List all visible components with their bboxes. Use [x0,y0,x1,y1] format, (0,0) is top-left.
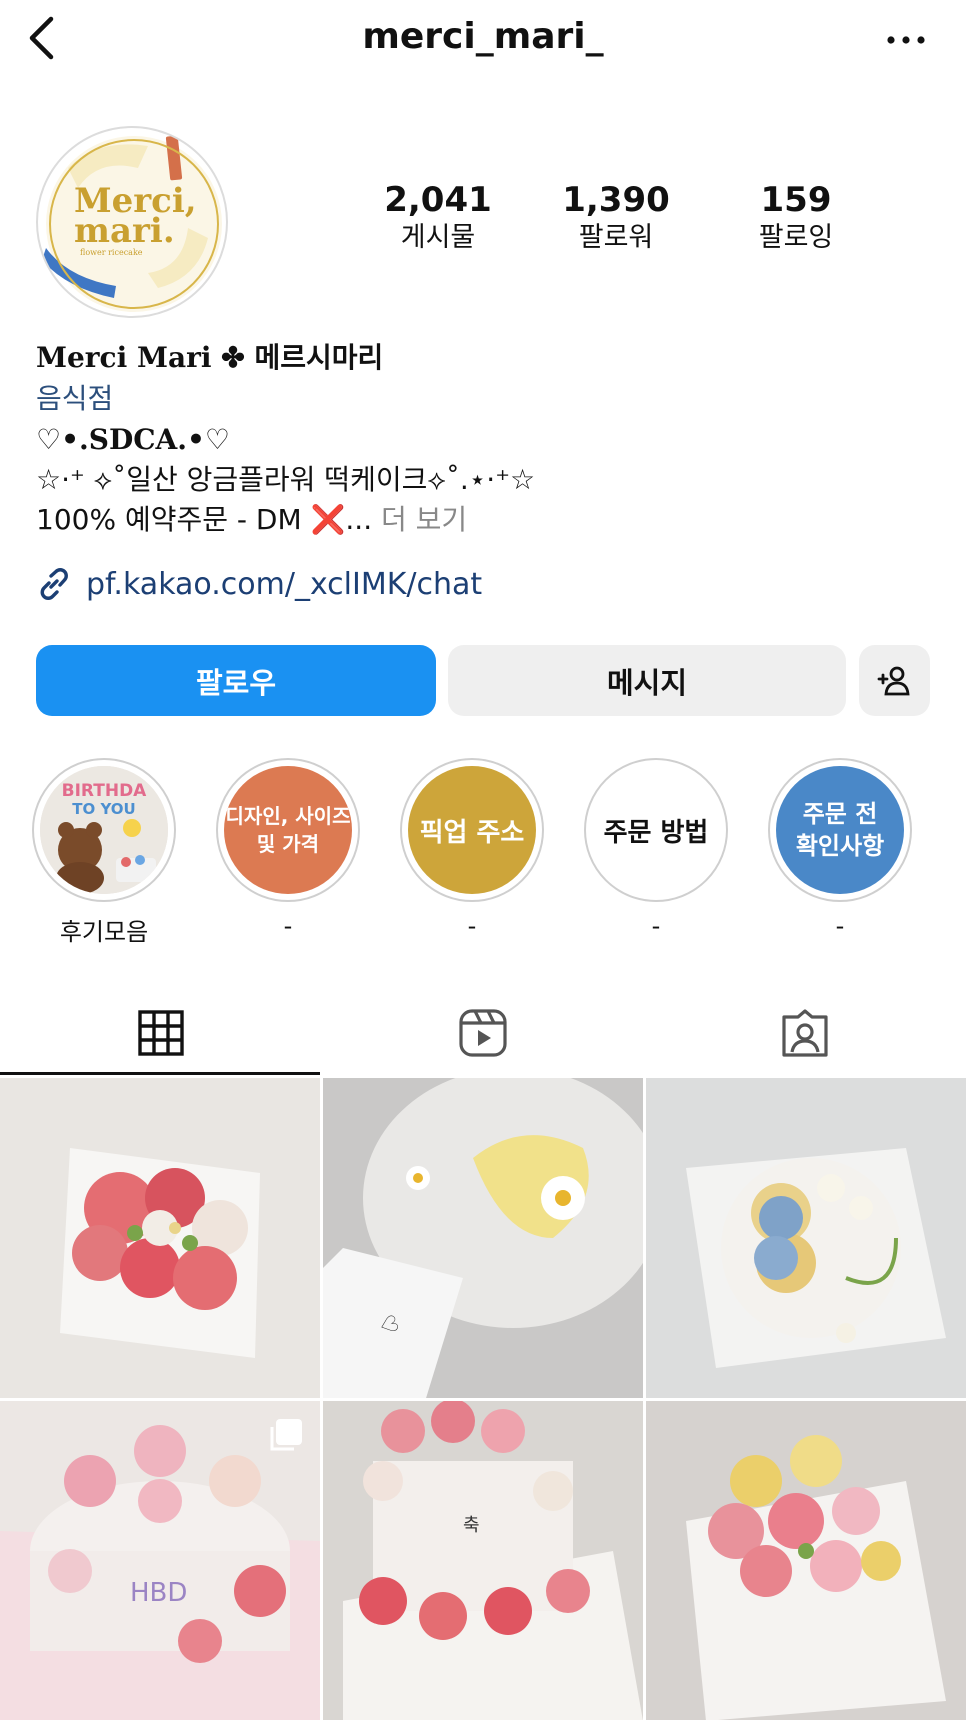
person-add-icon [877,666,910,695]
profile-bio: Merci Mari ✤ 메르시마리 음식점 ♡•.SDCA.•♡ ☆·⁺ ⟡˚… [36,338,936,540]
bio-line-1: ♡•.SDCA.•♡ [36,420,936,460]
bio-line-1-text: ♡•.SDCA.•♡ [36,423,231,456]
highlight-label: - [283,912,293,940]
highlight-pickup-address[interactable]: 픽업 주소 - [400,758,544,940]
more-options-button[interactable] [876,18,936,62]
highlight-ring: 주문 방법 [584,758,728,902]
bouquet-cake-photo [646,1401,966,1720]
tab-posts-grid[interactable] [0,990,322,1076]
bio-line-3-text: 100% 예약주문 - DM [36,503,302,536]
active-tab-indicator [0,1072,320,1075]
post-thumbnail[interactable] [646,1401,966,1720]
message-button[interactable]: 메시지 [448,645,846,716]
highlight-cover-text: 주문 방법 [592,766,720,894]
profile-display-name: Merci Mari ✤ 메르시마리 [36,338,936,378]
bio-ellipsis: ... [345,503,373,536]
post-thumbnail[interactable]: HBD [0,1401,320,1720]
profile-link-text[interactable]: pf.kakao.com/_xclIMK/chat [86,567,482,602]
highlight-label: - [651,912,661,940]
stat-following-label: 팔로잉 [758,222,834,253]
post-thumbnail[interactable]: ♡ [323,1078,643,1398]
profile-username: merci_mari_ [362,16,604,57]
highlight-reviews[interactable]: BIRTHDA TO YOU 후기모음 [32,758,176,947]
avatar-logo: Merci, mari. [74,184,197,248]
post-thumbnail[interactable] [0,1078,320,1398]
highlight-ring: 주문 전 확인사항 [768,758,912,902]
highlight-cover-text: 픽업 주소 [408,766,536,894]
tier-cake-photo: 축 [323,1401,643,1720]
highlight-label: - [467,912,477,940]
svg-text:축: 축 [463,1515,480,1536]
daisy-cake-photo: ♡ [323,1078,643,1398]
birthday-bear-image: BIRTHDA TO YOU [40,766,168,894]
highlight-ring: 픽업 주소 [400,758,544,902]
highlight-order-method[interactable]: 주문 방법 - [584,758,728,940]
stat-posts[interactable]: 2,041 게시물 [348,180,528,256]
display-name-en: Merci Mari ✤ [36,341,245,374]
highlight-label: 후기모음 [59,918,149,946]
bio-line-3: 100% 예약주문 - DM ❌... 더 보기 [36,500,936,540]
highlight-cover-text: 디자인, 사이즈 및 가격 [224,766,352,894]
display-name-ko: 메르시마리 [254,341,384,374]
highlight-ring: 디자인, 사이즈 및 가격 [216,758,360,902]
highlight-ring: BIRTHDA TO YOU [32,758,176,902]
highlight-label: - [835,912,845,940]
profile-category[interactable]: 음식점 [36,378,936,420]
more-horizontal-icon [887,36,925,44]
svg-text:BIRTHDA: BIRTHDA [62,781,148,801]
stat-followers[interactable]: 1,390 팔로워 [526,180,706,256]
highlight-cover-image: BIRTHDA TO YOU [40,766,168,894]
highlight-pre-order-notes[interactable]: 주문 전 확인사항 - [768,758,912,940]
grid-icon [138,1010,184,1056]
highlight-cover-text: 주문 전 확인사항 [776,766,904,894]
tab-reels[interactable] [322,990,644,1076]
profile-tabs [0,990,966,1076]
bio-more-link[interactable]: 더 보기 [381,503,467,536]
stat-followers-value: 1,390 [562,180,670,220]
stat-following-value: 159 [760,180,832,220]
avatar-logo-subtitle: flower ricecake [80,248,143,257]
cross-mark-icon: ❌ [310,503,346,536]
top-bar: merci_mari_ [0,0,966,80]
add-user-button[interactable] [859,645,930,716]
tab-tagged[interactable] [644,990,966,1076]
stat-posts-label: 게시물 [400,222,476,253]
post-thumbnail[interactable] [646,1078,966,1398]
reels-icon [459,1009,507,1057]
stat-following[interactable]: 159 팔로잉 [706,180,886,256]
stat-followers-label: 팔로워 [578,222,654,253]
svg-text:TO YOU: TO YOU [72,800,135,818]
stat-posts-value: 2,041 [384,180,492,220]
profile-avatar[interactable]: Merci, mari. flower ricecake [36,126,228,318]
follow-button[interactable]: 팔로우 [36,645,436,716]
svg-text:HBD: HBD [130,1578,187,1608]
bio-line-2: ☆·⁺ ⟡˚일산 앙금플라워 떡케이크⟡˚.⋆·⁺☆ [36,463,536,496]
multi-photo-icon [270,1419,302,1451]
profile-link[interactable]: pf.kakao.com/_xclIMK/chat [36,566,482,602]
post-thumbnail[interactable]: 축 [323,1401,643,1720]
posts-grid: ♡ HBD 축 [0,1078,966,1720]
flower-cake-photo [0,1078,320,1398]
tagged-icon [782,1009,828,1057]
blue-rose-cake-photo [646,1078,966,1398]
highlight-design-size-price[interactable]: 디자인, 사이즈 및 가격 - [216,758,360,940]
link-icon [40,568,68,600]
